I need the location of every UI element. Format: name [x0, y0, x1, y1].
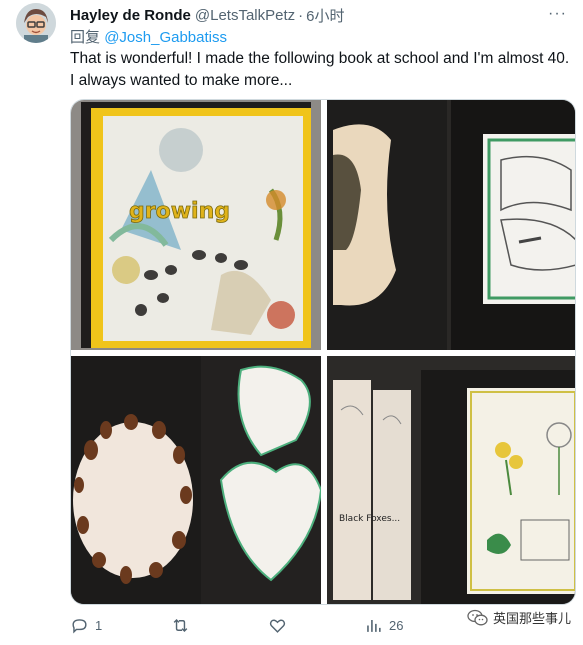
author-name[interactable]: Hayley de Ronde [70, 7, 191, 24]
more-options-icon[interactable]: ··· [548, 5, 567, 23]
reply-mention-link[interactable]: @Josh_Gabbatiss [104, 29, 227, 46]
watermark: 英国那些事儿 [467, 608, 571, 627]
author-handle[interactable]: @LetsTalkPetz [195, 7, 295, 24]
retweet-icon [173, 618, 188, 633]
avatar[interactable] [16, 3, 56, 43]
retweet-button[interactable] [171, 616, 196, 635]
photo-bookmark-label: Black Foxes... [339, 514, 400, 524]
photo-flower-page[interactable]: Black Foxes... [327, 356, 576, 605]
reply-context: 回复 @Josh_Gabbatiss [70, 26, 227, 47]
photo-growing-title: growing [129, 199, 230, 224]
media-grid: growing Black Foxes... [70, 99, 576, 605]
photo-open-book-oval[interactable] [327, 100, 576, 350]
reply-button[interactable]: 1 [70, 616, 102, 635]
tweet-text: That is wonderful! I made the following … [70, 48, 575, 92]
wechat-icon [467, 609, 488, 625]
reply-icon [72, 619, 87, 634]
watermark-text: 英国那些事儿 [492, 611, 571, 626]
separator-dot: · [298, 6, 304, 24]
views-chart-icon [367, 619, 381, 632]
photo-growing-book[interactable]: growing [71, 100, 321, 350]
heart-icon [269, 619, 286, 633]
like-button[interactable] [268, 616, 293, 635]
photo-leaf-wreath[interactable] [71, 356, 323, 605]
tweet-text-line: I always wanted to make more... [70, 72, 293, 89]
tweet-header: Hayley de Ronde @LetsTalkPetz · 6小时 ··· [70, 5, 567, 25]
tweet-text-line: That is wonderful! I made the following … [70, 50, 570, 67]
reply-count: 1 [95, 618, 103, 633]
timestamp[interactable]: 6小时 [306, 5, 344, 26]
views-button[interactable]: 26 [364, 616, 403, 635]
reply-prefix: 回复 [70, 29, 101, 46]
views-count: 26 [389, 618, 404, 633]
